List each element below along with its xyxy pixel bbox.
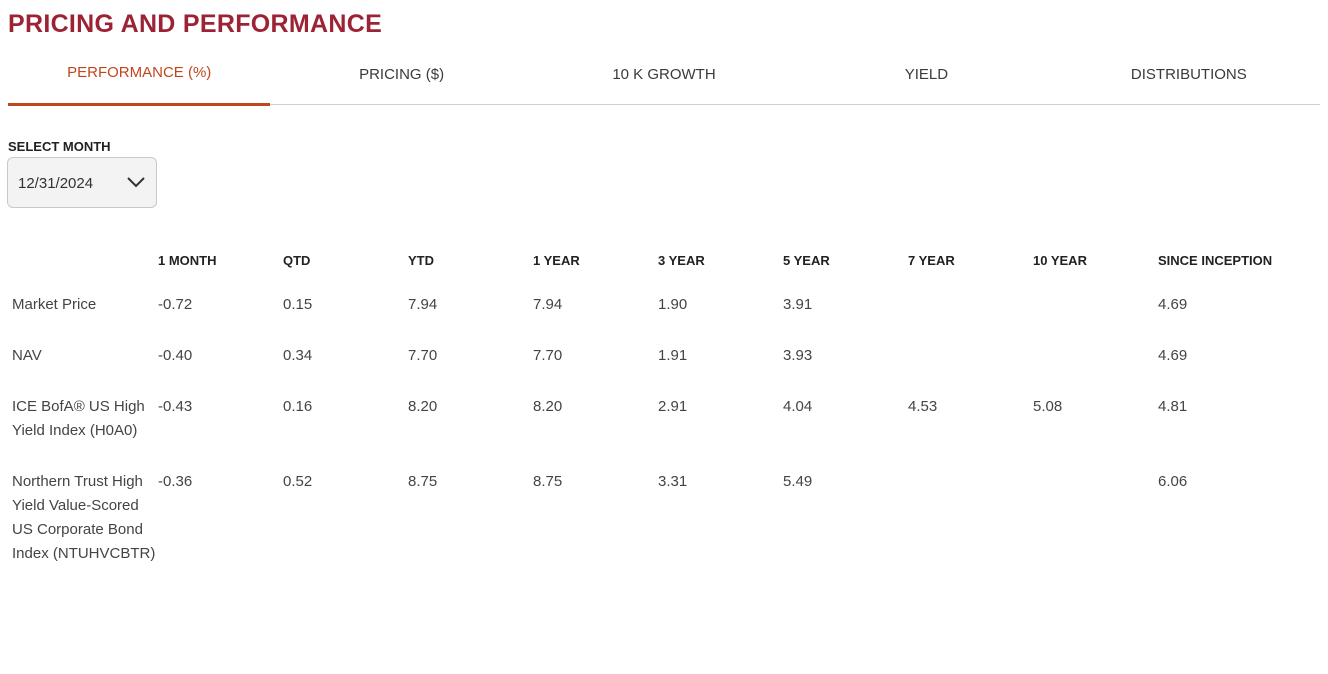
table-cell: 5.49	[783, 473, 813, 490]
table-cell	[1033, 293, 1158, 344]
table-cell: 7.94	[408, 296, 438, 313]
table-cell: -0.36	[158, 473, 193, 490]
chevron-down-icon	[127, 177, 145, 188]
table-cell: 4.04	[783, 398, 813, 415]
row-label: Northern Trust High Yield Value-Scored U…	[12, 473, 156, 562]
header-7-year: 7 YEAR	[908, 253, 955, 268]
table-cell	[1033, 344, 1158, 395]
month-select[interactable]: 12/31/2024	[7, 157, 157, 208]
tab-pricing[interactable]: PRICING ($)	[270, 52, 532, 104]
select-month-label: SELECT MONTH	[8, 139, 111, 154]
table-cell: 7.70	[408, 347, 438, 364]
table-cell: 5.08	[1033, 398, 1063, 415]
table-cell: 4.81	[1158, 398, 1188, 415]
header-10-year: 10 YEAR	[1033, 253, 1087, 268]
header-since-inception: SINCE INCEPTION	[1158, 253, 1273, 268]
table-cell: 8.75	[408, 473, 438, 490]
header-3-year: 3 YEAR	[658, 253, 705, 268]
header-1-month: 1 MONTH	[158, 253, 217, 268]
table-cell: 3.91	[783, 296, 813, 313]
table-cell: 7.70	[533, 347, 563, 364]
table-cell: 1.91	[658, 347, 688, 364]
table-cell: 0.16	[283, 398, 313, 415]
tab-bar: PERFORMANCE (%) PRICING ($) 10 K GROWTH …	[8, 52, 1320, 106]
table-cell: 7.94	[533, 296, 563, 313]
table-cell: 0.34	[283, 347, 313, 364]
table-row: Northern Trust High Yield Value-Scored U…	[8, 470, 1288, 593]
table-cell: 4.69	[1158, 296, 1188, 313]
table-cell: 8.20	[533, 398, 563, 415]
table-row: NAV -0.40 0.34 7.70 7.70 1.91 3.93 4.69	[8, 344, 1288, 395]
table-cell: -0.72	[158, 296, 193, 313]
performance-table: 1 MONTH QTD YTD 1 YEAR 3 YEAR 5 YEAR 7 Y…	[8, 250, 1288, 593]
tab-performance[interactable]: PERFORMANCE (%)	[8, 52, 271, 106]
table-cell: -0.40	[158, 347, 193, 364]
row-label: NAV	[12, 347, 42, 364]
tab-10k-growth[interactable]: 10 K GROWTH	[533, 52, 795, 104]
header-label	[8, 250, 158, 293]
header-5-year: 5 YEAR	[783, 253, 830, 268]
table-cell	[908, 344, 1033, 395]
table-cell: 3.31	[658, 473, 688, 490]
row-label: Market Price	[12, 296, 97, 313]
table-cell: 0.52	[283, 473, 313, 490]
table-row: ICE BofA® US High Yield Index (H0A0) -0.…	[8, 395, 1288, 470]
table-row: Market Price -0.72 0.15 7.94 7.94 1.90 3…	[8, 293, 1288, 344]
tab-distributions[interactable]: DISTRIBUTIONS	[1058, 52, 1320, 104]
table-cell: 4.69	[1158, 347, 1188, 364]
tab-yield[interactable]: YIELD	[795, 52, 1057, 104]
month-select-value: 12/31/2024	[18, 175, 94, 192]
table-cell: 8.20	[408, 398, 438, 415]
table-cell: 4.53	[908, 398, 938, 415]
table-cell	[908, 293, 1033, 344]
page-title: PRICING AND PERFORMANCE	[8, 10, 383, 38]
table-cell	[1033, 470, 1158, 593]
table-cell: -0.43	[158, 398, 193, 415]
table-cell: 2.91	[658, 398, 688, 415]
header-qtd: QTD	[283, 253, 311, 268]
header-1-year: 1 YEAR	[533, 253, 580, 268]
table-cell: 6.06	[1158, 473, 1188, 490]
row-label: ICE BofA® US High Yield Index (H0A0)	[12, 398, 145, 439]
table-cell: 3.93	[783, 347, 813, 364]
table-cell	[908, 470, 1033, 593]
table-cell: 8.75	[533, 473, 563, 490]
table-header-row: 1 MONTH QTD YTD 1 YEAR 3 YEAR 5 YEAR 7 Y…	[8, 250, 1288, 293]
table-cell: 0.15	[283, 296, 313, 313]
header-ytd: YTD	[408, 253, 434, 268]
table-cell: 1.90	[658, 296, 688, 313]
